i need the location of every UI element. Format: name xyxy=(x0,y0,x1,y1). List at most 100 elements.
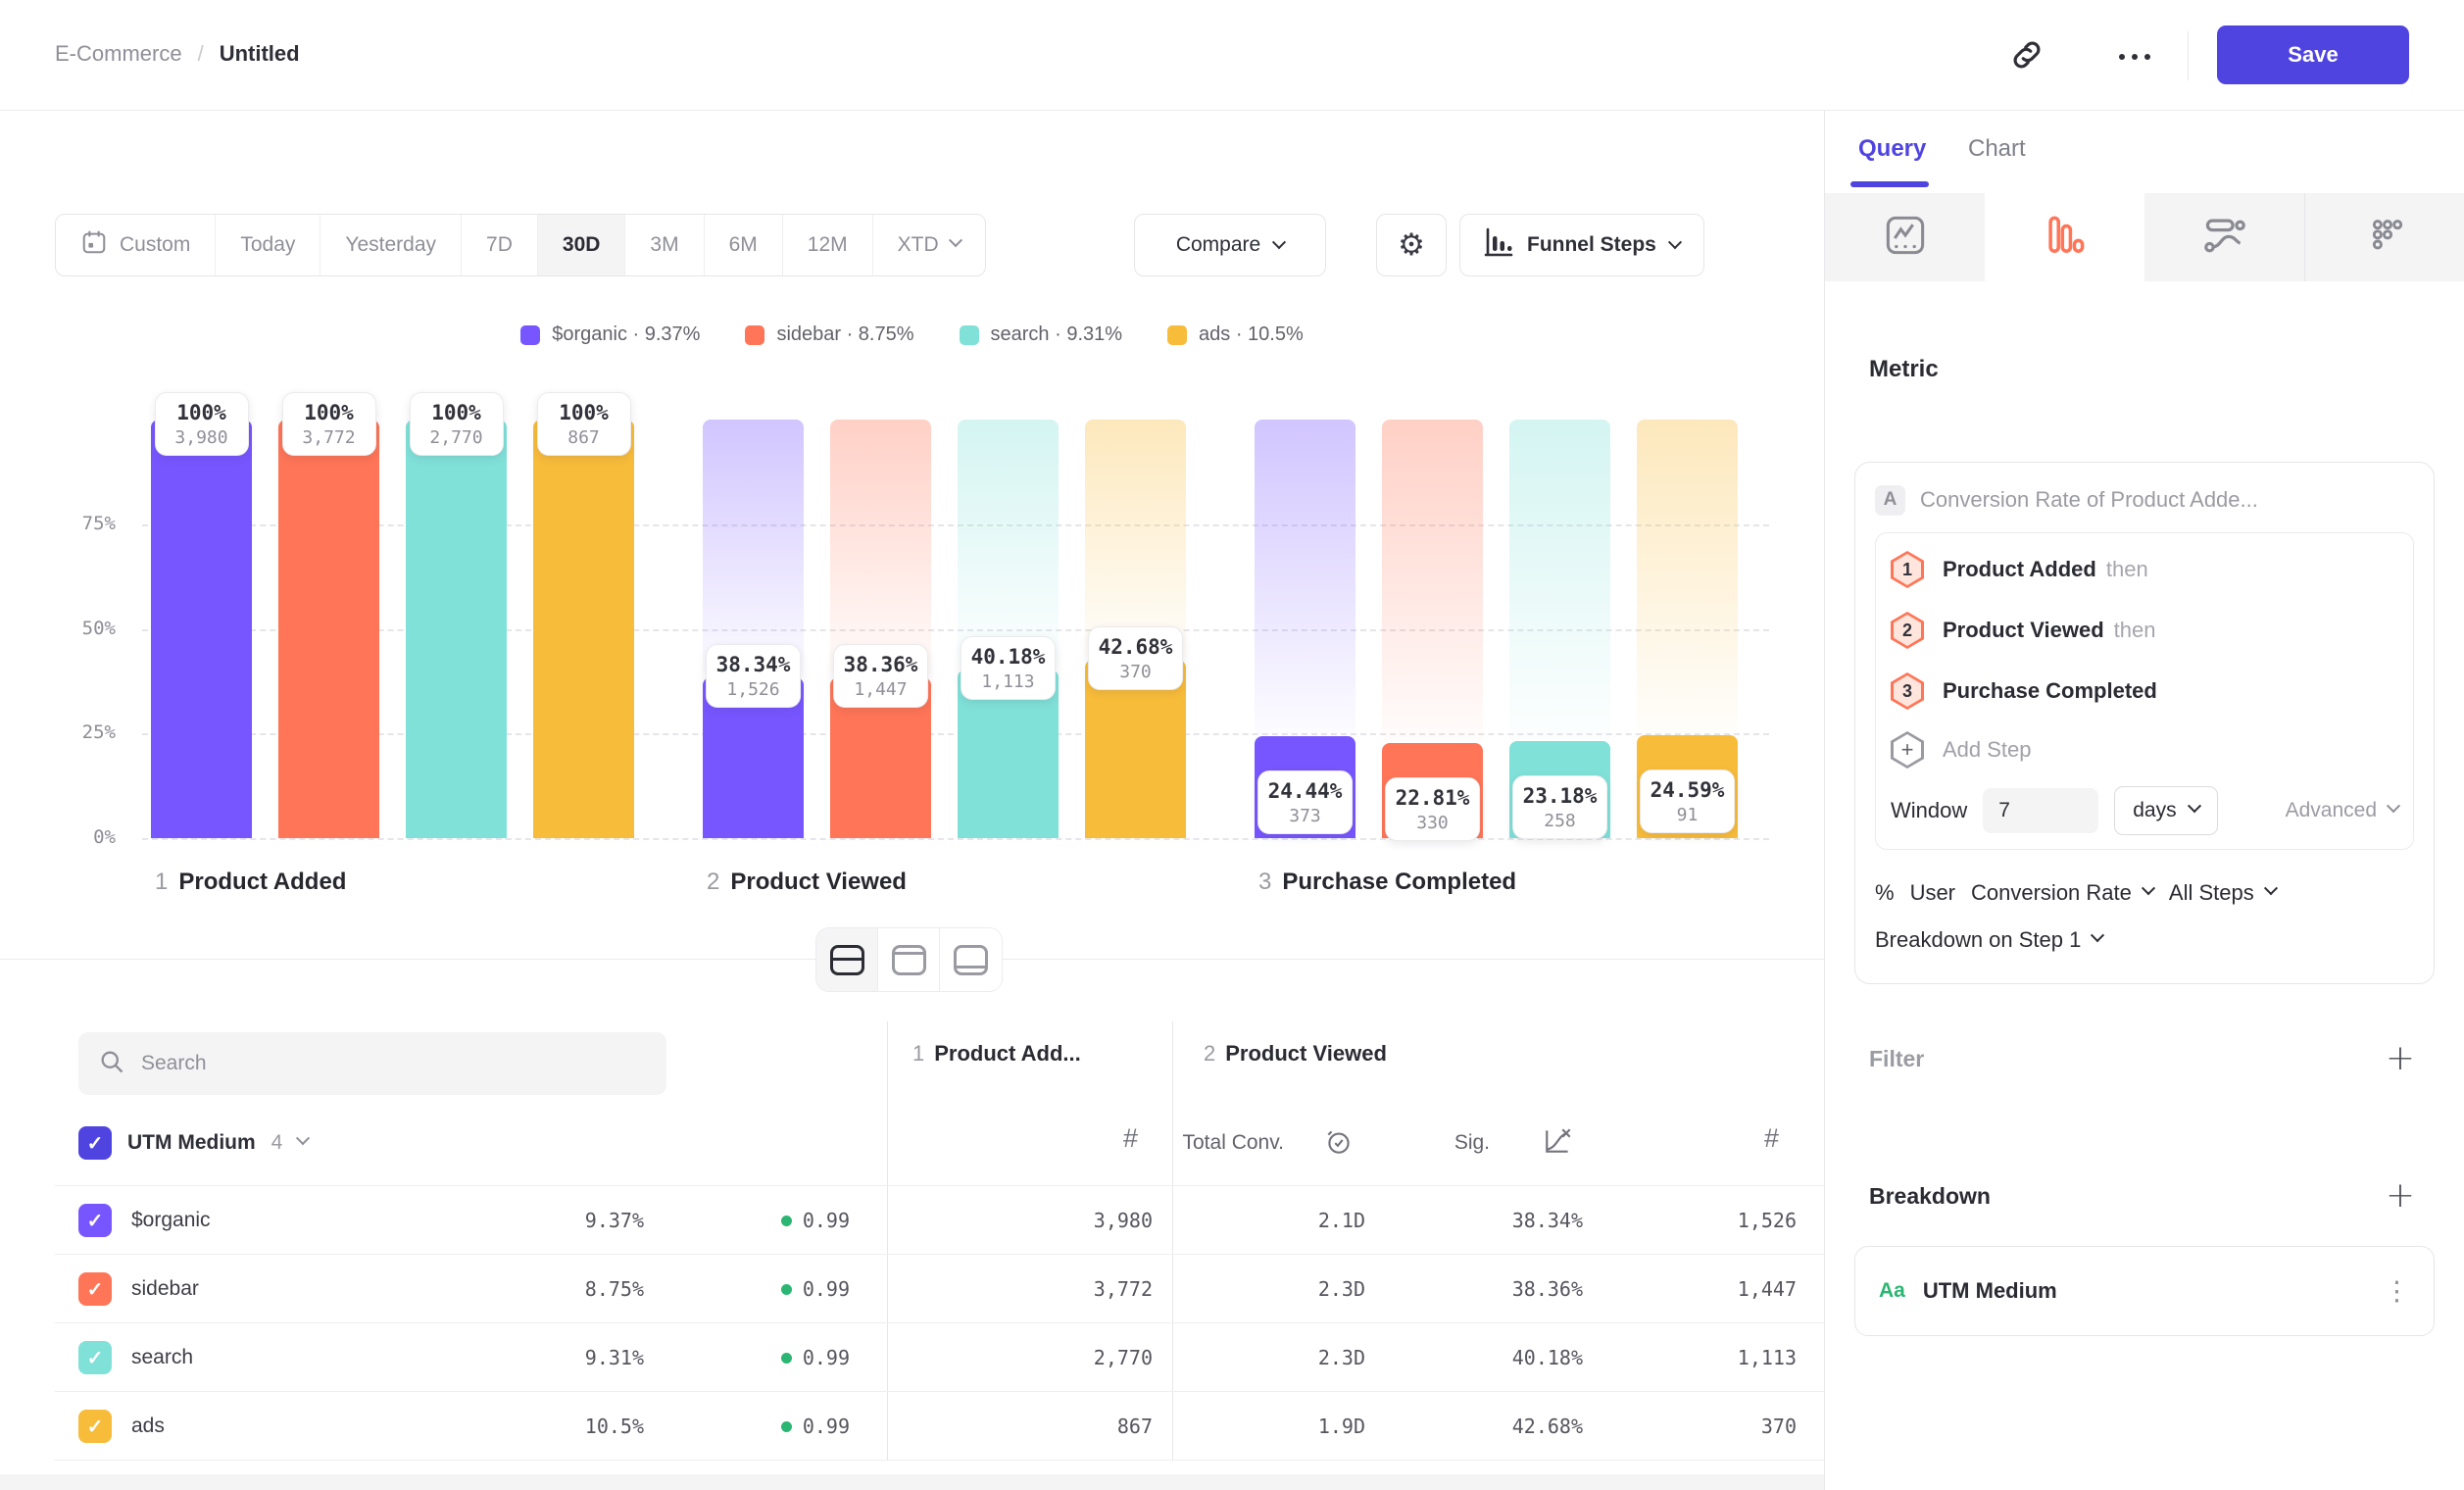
row-checkbox[interactable]: ✓ xyxy=(78,1410,112,1443)
legend-item[interactable]: $organic · 9.37% xyxy=(520,323,700,346)
funnel-bar[interactable] xyxy=(278,420,379,838)
row-checkbox[interactable]: ✓ xyxy=(78,1204,112,1237)
row-separator xyxy=(55,1322,1824,1323)
funnel-bar[interactable] xyxy=(533,420,634,838)
funnel-chart: 75%50%25%0%100%3,98038.34%1,52624.44%373… xyxy=(0,378,1824,927)
range-today[interactable]: Today xyxy=(216,215,320,275)
conversion-rate-column-icon[interactable] xyxy=(1543,1125,1574,1162)
funnel-step-2[interactable]: 2 Product Viewedthen xyxy=(1891,600,2398,661)
row-total-conv: 9.31% xyxy=(585,1323,644,1392)
funnel-step-3[interactable]: 3 Purchase Completed xyxy=(1891,661,2398,721)
chevron-down-icon xyxy=(2264,881,2278,895)
tab-chart[interactable]: Chart xyxy=(1968,135,2026,163)
tab-query[interactable]: Query xyxy=(1858,135,1926,163)
report-tab-flows[interactable] xyxy=(2144,193,2304,281)
select-all-checkbox[interactable]: ✓ xyxy=(78,1126,112,1160)
step-connector: then xyxy=(2106,557,2148,581)
chart-type-button[interactable]: Funnel Steps xyxy=(1459,214,1704,276)
legend-item[interactable]: search · 9.31% xyxy=(960,323,1123,346)
window-unit-select[interactable]: days xyxy=(2114,786,2217,835)
funnel-bar[interactable] xyxy=(151,420,252,838)
range-7d[interactable]: 7D xyxy=(462,215,538,275)
range-label: 12M xyxy=(808,233,848,257)
row-total-conv: 10.5% xyxy=(585,1392,644,1461)
search-input[interactable] xyxy=(141,1052,647,1075)
add-filter-button[interactable]: + xyxy=(2386,1044,2415,1073)
row-separator xyxy=(55,1460,1824,1461)
bar-pct-label: 100% xyxy=(548,401,620,424)
advanced-toggle[interactable]: Advanced xyxy=(2286,799,2398,822)
row-significance: 0.99 xyxy=(781,1392,850,1461)
sig-header[interactable]: Sig. xyxy=(1454,1123,1490,1163)
report-tab-retention[interactable] xyxy=(2304,193,2464,281)
range-custom[interactable]: Custom xyxy=(56,215,216,275)
count-column-icon[interactable]: # xyxy=(1123,1123,1138,1154)
row-conv-rate: 42.68% xyxy=(1512,1392,1583,1461)
table-row: ✓ads10.5%0.998671.9D42.68%370 xyxy=(0,1392,1824,1461)
window-value-input[interactable] xyxy=(1983,788,2098,833)
row-step2-count: 1,447 xyxy=(1738,1255,1797,1323)
legend-item[interactable]: ads · 10.5% xyxy=(1167,323,1304,346)
row-checkbox[interactable]: ✓ xyxy=(78,1272,112,1306)
row-step2-count: 1,526 xyxy=(1738,1186,1797,1255)
bar-count-label: 867 xyxy=(548,427,620,448)
range-3m[interactable]: 3M xyxy=(625,215,704,275)
breakdown-menu-button[interactable]: ⋮ xyxy=(2384,1276,2410,1307)
row-time-to-convert: 2.3D xyxy=(1318,1323,1365,1392)
range-yesterday[interactable]: Yesterday xyxy=(320,215,462,275)
report-tab-insights[interactable] xyxy=(1825,193,1985,281)
link-icon xyxy=(2009,37,2045,77)
breakdown-item[interactable]: Aa UTM Medium ⋮ xyxy=(1854,1246,2435,1336)
breakdown-on-step-select[interactable]: Breakdown on Step 1 xyxy=(1875,917,2414,964)
significance-dot xyxy=(781,1353,792,1364)
count-column-icon[interactable]: # xyxy=(1764,1123,1779,1154)
range-6m[interactable]: 6M xyxy=(705,215,783,275)
more-options-button[interactable] xyxy=(2113,35,2156,78)
funnel-step-1[interactable]: 1 Product Addedthen xyxy=(1891,539,2398,600)
breakdown-property-name: UTM Medium xyxy=(1923,1278,2057,1304)
add-breakdown-button[interactable]: + xyxy=(2386,1181,2415,1211)
step-label: 1Product Added xyxy=(155,869,346,896)
time-to-convert-icon[interactable] xyxy=(1323,1125,1355,1162)
range-12m[interactable]: 12M xyxy=(783,215,873,275)
measurement-metric[interactable]: Conversion Rate xyxy=(1971,880,2153,906)
chevron-down-icon xyxy=(1272,235,1286,249)
range-xtd[interactable]: XTD xyxy=(873,215,985,275)
flows-icon xyxy=(2202,213,2247,263)
step-number: 2 xyxy=(707,869,719,895)
metric-title-row[interactable]: A Conversion Rate of Product Adde... xyxy=(1875,482,2414,518)
breadcrumb-project[interactable]: E-Commerce xyxy=(55,41,182,67)
copy-link-button[interactable] xyxy=(2005,35,2048,78)
y-axis-tick: 25% xyxy=(29,721,116,743)
range-30d[interactable]: 30D xyxy=(538,215,626,275)
settings-button[interactable]: ⚙ xyxy=(1376,214,1447,276)
add-step-button[interactable]: + Add Step xyxy=(1891,721,2398,778)
breadcrumb-report-title[interactable]: Untitled xyxy=(220,41,300,67)
row-significance: 0.99 xyxy=(781,1186,850,1255)
range-label: XTD xyxy=(898,233,939,257)
total-conv-header[interactable]: Total Conv. xyxy=(1183,1123,1285,1163)
funnel-bar-ghost xyxy=(1382,420,1483,741)
row-significance: 0.99 xyxy=(781,1255,850,1323)
view-toggle-split[interactable] xyxy=(816,928,878,991)
legend-item[interactable]: sidebar · 8.75% xyxy=(745,323,913,346)
compare-button[interactable]: Compare xyxy=(1134,214,1326,276)
step-number: 1 xyxy=(155,869,168,895)
breakdown-column-header[interactable]: UTM Medium xyxy=(127,1131,256,1155)
view-toggle-chart[interactable] xyxy=(878,928,940,991)
bar-count-label: 258 xyxy=(1523,811,1598,831)
string-type-icon: Aa xyxy=(1879,1279,1905,1303)
measurement-scope[interactable]: All Steps xyxy=(2169,880,2276,906)
filter-section-header: Filter + xyxy=(1869,1044,2415,1073)
row-step1-count: 3,772 xyxy=(1094,1255,1153,1323)
metric-letter-badge: A xyxy=(1875,485,1905,516)
funnel-bar[interactable] xyxy=(406,420,507,838)
horizontal-scrollbar[interactable] xyxy=(0,1474,1824,1490)
report-tab-funnels[interactable] xyxy=(1985,193,2144,281)
save-button[interactable]: Save xyxy=(2217,25,2409,84)
row-time-to-convert: 2.3D xyxy=(1318,1255,1365,1323)
measurement-entity[interactable]: User xyxy=(1910,880,1955,906)
row-checkbox[interactable]: ✓ xyxy=(78,1341,112,1374)
legend-swatch xyxy=(1167,325,1187,345)
view-toggle-table[interactable] xyxy=(940,928,1002,991)
